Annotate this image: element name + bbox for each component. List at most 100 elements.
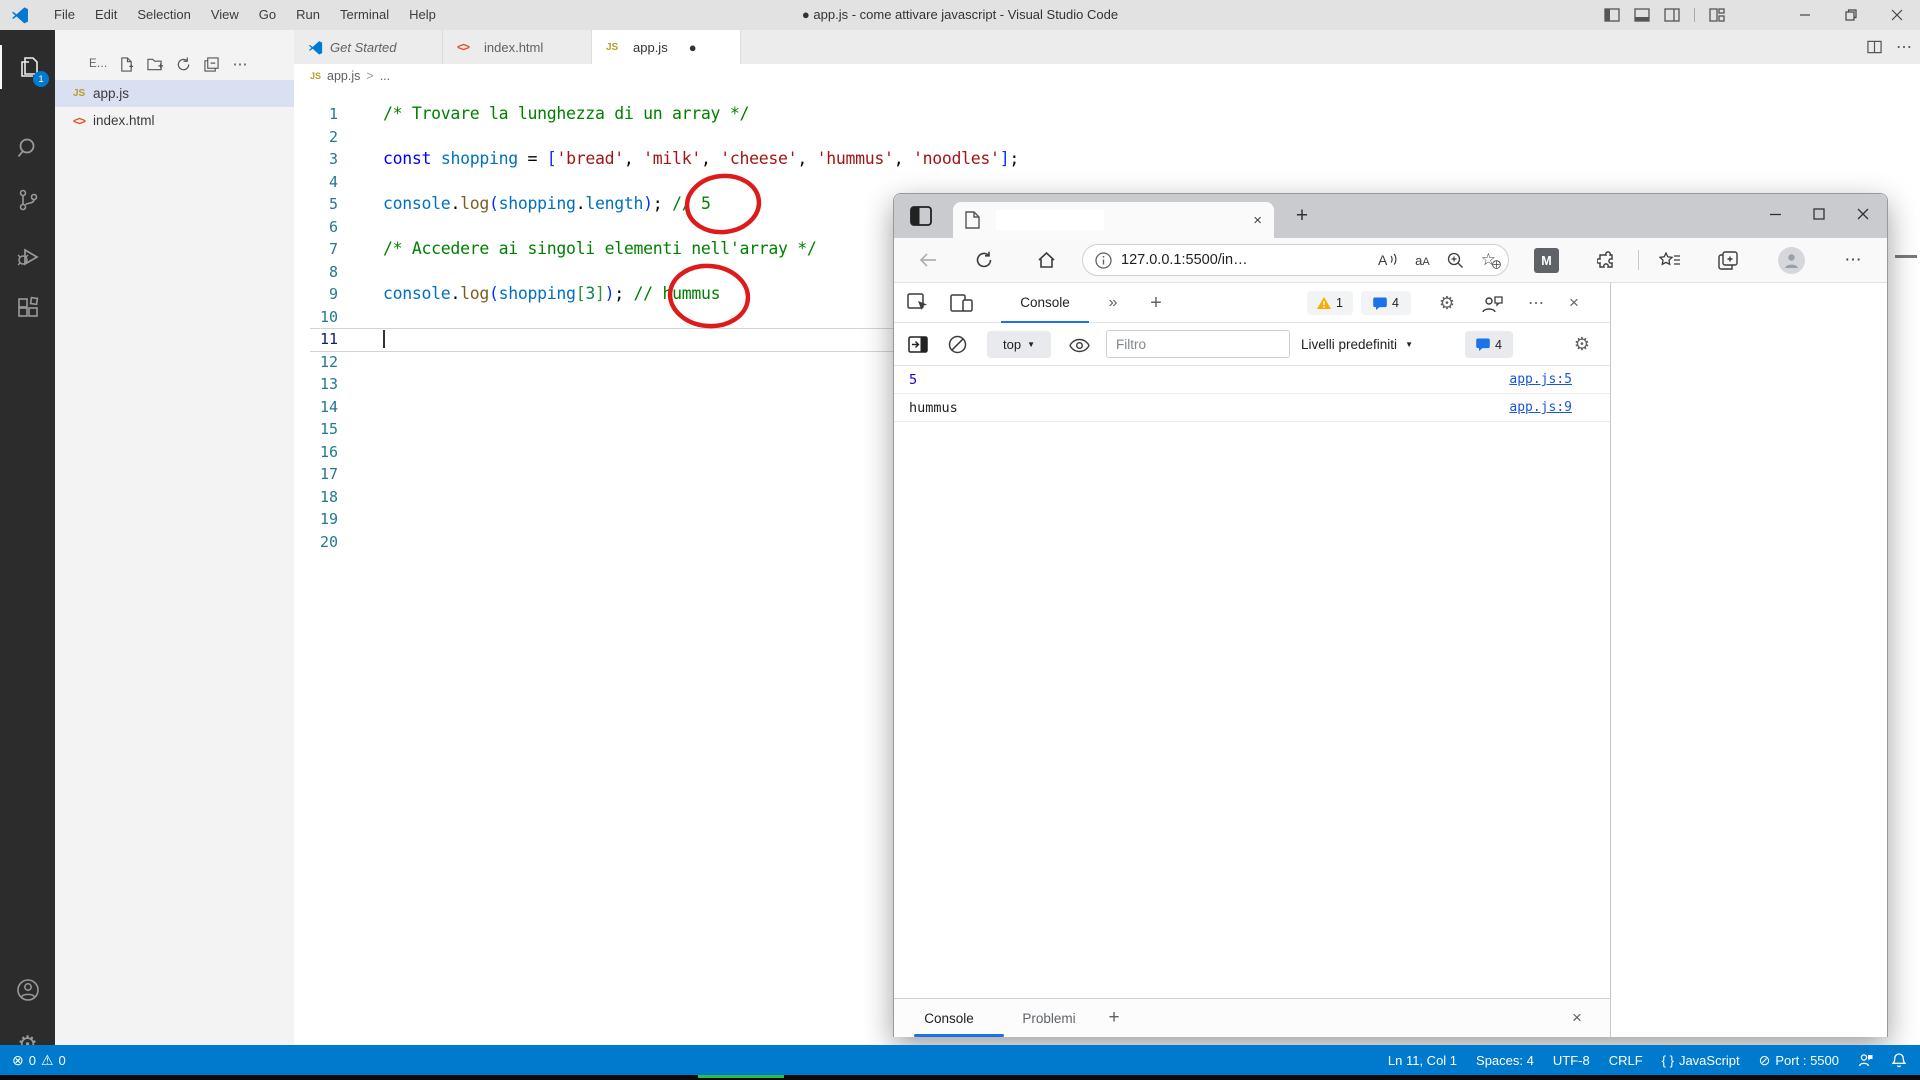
menu-selection[interactable]: Selection [127,0,200,30]
edge-maximize-button[interactable] [1797,194,1841,234]
back-icon[interactable] [912,238,944,282]
clear-console-icon[interactable] [943,331,971,357]
more-tabs-icon[interactable]: » [1099,283,1127,323]
close-button[interactable] [1874,0,1920,30]
messages-badge[interactable]: 4 [1361,291,1411,315]
explorer-icon[interactable]: 1 [0,45,57,89]
edge-active-tab[interactable]: × [953,202,1274,238]
problems-status[interactable]: ⊗ 0 ⚠ 0 [0,1052,66,1069]
extensions-puzzle-icon[interactable] [1591,238,1621,282]
tab-index-html[interactable]: <>index.html [443,30,592,64]
menu-terminal[interactable]: Terminal [330,0,399,30]
breadcrumb-file[interactable]: app.js [327,69,360,83]
new-tab-button[interactable]: + [1287,201,1317,231]
inspect-element-icon[interactable] [905,291,931,315]
console-source-link[interactable]: app.js:9 [1509,400,1572,415]
code-line-1[interactable]: 1/* Trovare la lunghezza di un array */ [294,103,1920,126]
explorer-file-index-html[interactable]: <>index.html [55,107,294,134]
warnings-badge[interactable]: 1 [1307,291,1353,315]
live-server-port[interactable]: ⊘Port : 5500 [1759,1052,1839,1069]
source-control-icon[interactable] [0,178,55,222]
new-folder-icon[interactable] [147,57,163,72]
live-expression-eye-icon[interactable] [1064,336,1094,354]
split-editor-icon[interactable] [1867,40,1882,54]
code-line-4[interactable]: 4 [294,171,1920,194]
menu-view[interactable]: View [201,0,249,30]
indentation[interactable]: Spaces: 4 [1476,1053,1534,1068]
refresh-icon[interactable] [176,57,191,72]
run-debug-icon[interactable] [0,235,55,279]
encoding[interactable]: UTF-8 [1553,1053,1590,1068]
tab-actions-menu-icon[interactable] [910,206,932,226]
console-messages-badge[interactable]: 4 [1465,331,1513,358]
customize-layout-icon[interactable] [1709,8,1725,22]
menu-help[interactable]: Help [399,0,446,30]
notifications-bell-icon[interactable] [1892,1053,1906,1068]
tab-get-started[interactable]: Get Started [294,30,443,64]
more-actions-icon[interactable]: ⋯ [232,55,248,73]
token: ; [653,194,672,213]
refresh-page-icon[interactable] [968,238,1000,282]
device-emulation-icon[interactable] [947,291,977,315]
home-icon[interactable] [1030,238,1062,282]
drawer-tab-problemi[interactable]: Problemi [1006,999,1092,1037]
add-devtools-tab-icon[interactable]: + [1142,283,1170,323]
menu-run[interactable]: Run [286,0,330,30]
zoom-icon[interactable] [1447,252,1464,269]
console-filter-input[interactable] [1106,330,1290,358]
cursor-position[interactable]: Ln 11, Col 1 [1388,1053,1457,1068]
add-favorite-icon[interactable]: ☆⨁ [1481,250,1496,270]
read-aloud-icon[interactable]: A [1378,252,1398,268]
log-levels-selector[interactable]: Livelli predefiniti ▼ [1301,323,1413,366]
search-icon[interactable] [0,126,55,170]
menu-edit[interactable]: Edit [85,0,127,30]
context-selector[interactable]: top ▼ [987,331,1051,358]
edge-close-button[interactable] [1841,194,1885,234]
edge-minimize-button[interactable] [1753,194,1797,234]
menu-file[interactable]: File [44,0,85,30]
eol-sequence[interactable]: CRLF [1609,1053,1643,1068]
toggle-panel-icon[interactable] [1634,8,1650,22]
code-line-3[interactable]: 3const shopping = ['bread', 'milk', 'che… [294,148,1920,171]
language-mode[interactable]: { }JavaScript [1662,1053,1740,1068]
console-source-link[interactable]: app.js:5 [1509,372,1572,387]
menu-go[interactable]: Go [249,0,286,30]
devtools-tab-console[interactable]: Console [1001,283,1089,323]
feedback-icon[interactable] [1477,292,1507,316]
accounts-icon[interactable] [0,968,55,1012]
favorites-icon[interactable] [1654,238,1686,282]
extensions-icon[interactable] [0,286,55,330]
console-settings-icon[interactable]: ⚙ [1566,323,1598,366]
toggle-sidebar-icon[interactable] [1604,8,1620,22]
extension-m-icon[interactable]: M [1534,248,1559,273]
minimize-button[interactable] [1782,0,1828,30]
translate-icon[interactable]: aA [1415,253,1430,268]
add-drawer-tab-icon[interactable]: + [1099,999,1129,1037]
code-line-2[interactable]: 2 [294,126,1920,149]
new-file-icon[interactable] [119,57,134,72]
unsaved-dot-icon[interactable]: ● [689,40,697,55]
breadcrumb[interactable]: JS app.js > ... [294,64,1920,88]
tab-close-icon[interactable]: × [1253,212,1262,229]
devtools-close-icon[interactable]: × [1558,283,1590,323]
url-text[interactable]: 127.0.0.1:5500/in… [1121,252,1248,268]
collapse-folders-icon[interactable] [204,57,219,72]
collections-icon[interactable] [1712,238,1744,282]
drawer-tab-console[interactable]: Console [906,999,992,1037]
restore-button[interactable] [1828,0,1874,30]
explorer-file-app-js[interactable]: JSapp.js [55,80,294,107]
devtools-settings-icon[interactable]: ⚙ [1432,283,1462,323]
tab-app-js[interactable]: JSapp.js● [592,30,741,64]
remote-feedback-icon[interactable] [1858,1053,1873,1067]
toggle-secondary-sidebar-icon[interactable] [1664,8,1680,22]
profile-avatar[interactable] [1778,247,1805,274]
breadcrumb-more[interactable]: ... [380,69,390,83]
address-bar[interactable]: 127.0.0.1:5500/in… A aA ☆⨁ [1082,244,1509,276]
devtools-more-icon[interactable]: ⋯ [1522,283,1550,323]
close-drawer-icon[interactable]: × [1562,999,1592,1037]
editor-more-icon[interactable]: ⋯ [1896,37,1912,57]
site-info-icon[interactable] [1095,252,1112,269]
editor-scrollbar-thumb[interactable] [1895,255,1917,258]
console-sidebar-icon[interactable] [905,333,931,355]
browser-menu-icon[interactable]: ⋯ [1838,238,1870,282]
